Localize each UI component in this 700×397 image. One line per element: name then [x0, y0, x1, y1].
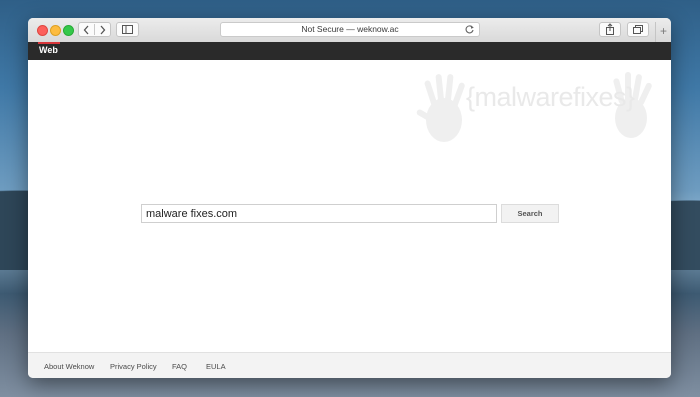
- search-input[interactable]: [141, 204, 497, 223]
- watermark-text: {malwarefixes}: [466, 82, 635, 112]
- nav-tab-web[interactable]: Web: [39, 45, 58, 55]
- watermark: {malwarefixes}: [406, 60, 671, 170]
- header-accent: [38, 42, 60, 44]
- sidebar-icon: [122, 25, 133, 34]
- footer-link-eula[interactable]: EULA: [206, 362, 226, 371]
- share-button[interactable]: [599, 22, 621, 37]
- new-tab-button[interactable]: +: [655, 22, 671, 42]
- sidebar-button[interactable]: [116, 22, 139, 37]
- tabs-overview-icon: [633, 25, 643, 34]
- footer-link-faq[interactable]: FAQ: [172, 362, 187, 371]
- chevron-right-icon[interactable]: [99, 25, 106, 35]
- footer: About Weknow Privacy Policy FAQ EULA: [28, 352, 671, 378]
- address-text: Not Secure — weknow.ac: [301, 24, 399, 34]
- handprint-icon: [416, 72, 652, 142]
- maximize-window-button[interactable]: [63, 25, 74, 36]
- share-icon: [606, 23, 614, 35]
- navigation-buttons: [78, 22, 111, 37]
- footer-link-privacy[interactable]: Privacy Policy: [110, 362, 157, 371]
- address-bar[interactable]: Not Secure — weknow.ac: [220, 22, 480, 37]
- chevron-left-icon[interactable]: [83, 25, 90, 35]
- browser-window: Not Secure — weknow.ac + Web {malwarefix…: [28, 18, 671, 378]
- site-header: Web: [28, 42, 671, 60]
- minimize-window-button[interactable]: [50, 25, 61, 36]
- tabs-overview-button[interactable]: [627, 22, 649, 37]
- footer-link-about[interactable]: About Weknow: [44, 362, 94, 371]
- close-window-button[interactable]: [37, 25, 48, 36]
- browser-toolbar: Not Secure — weknow.ac +: [28, 18, 671, 43]
- plus-icon: +: [659, 24, 667, 38]
- search-button[interactable]: Search: [501, 204, 559, 223]
- reload-icon[interactable]: [464, 24, 475, 35]
